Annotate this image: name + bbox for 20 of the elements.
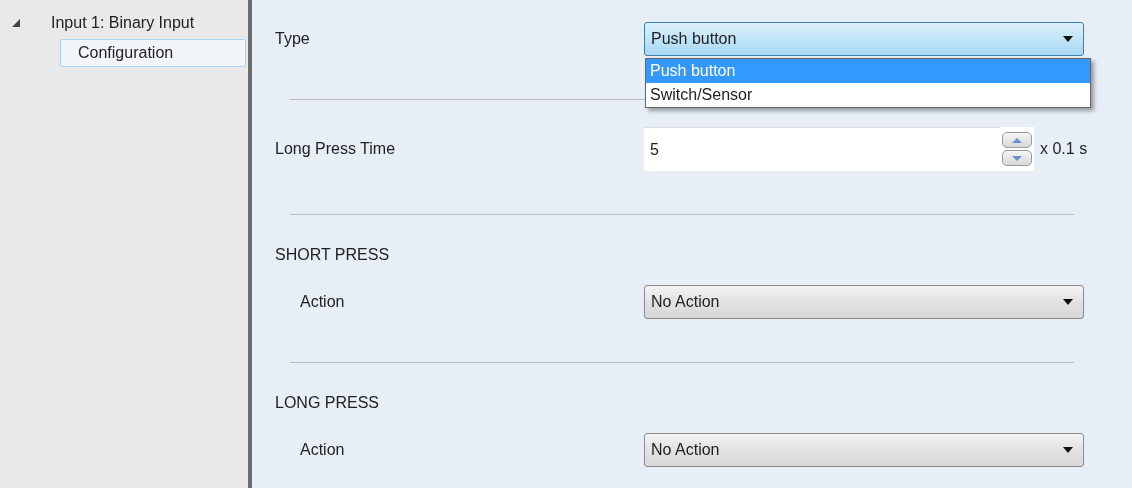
- field-label: Type: [275, 30, 311, 48]
- tree-item[interactable]: Configuration: [60, 39, 246, 67]
- field-label: Long Press Time: [275, 140, 397, 158]
- section-heading: SHORT PRESS: [275, 245, 391, 265]
- caret-icon: [1063, 299, 1073, 305]
- up-arrow-icon: [1012, 137, 1022, 143]
- unit-label: x 0.1 s: [1040, 140, 1088, 158]
- section-heading: LONG PRESS: [275, 393, 381, 413]
- caret-icon: [1063, 447, 1073, 453]
- dropdown[interactable]: No Action: [644, 285, 1084, 319]
- dropdown[interactable]: No Action: [644, 433, 1084, 467]
- dropdown[interactable]: Push button: [644, 22, 1084, 56]
- tree-item[interactable]: Input 1: Binary Input: [46, 12, 200, 34]
- down-arrow-icon: [1012, 155, 1022, 161]
- field-label: Action: [300, 441, 346, 459]
- field-label: Action: [300, 293, 346, 311]
- increment-button[interactable]: [1002, 132, 1032, 148]
- decrement-button[interactable]: [1002, 150, 1032, 166]
- dropdown-option[interactable]: Switch/Sensor: [646, 83, 1090, 107]
- caret-icon: [1063, 36, 1073, 42]
